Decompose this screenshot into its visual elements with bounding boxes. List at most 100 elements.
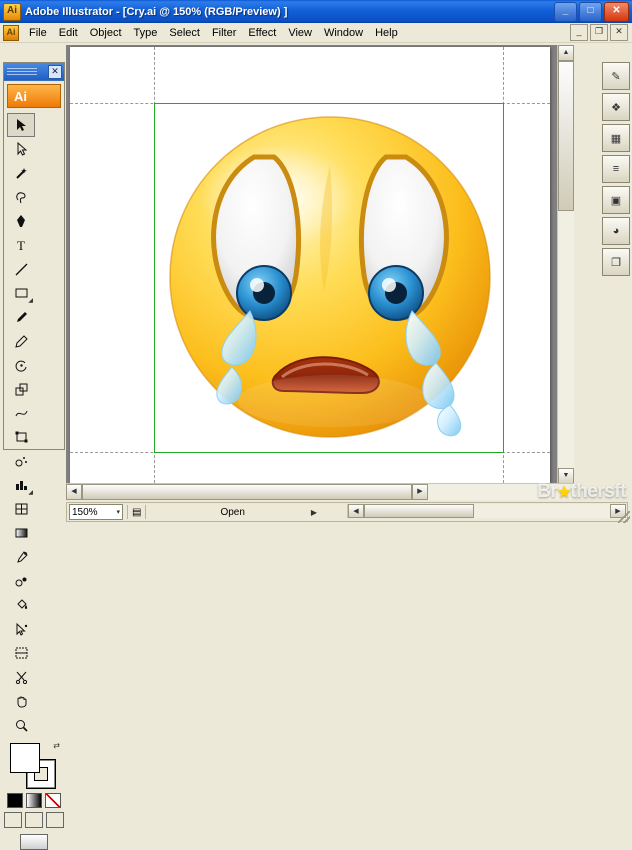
mesh-tool[interactable]: [7, 497, 35, 521]
document-canvas[interactable]: ▲ ▼ ◀ ▶: [66, 45, 574, 500]
status-text: Open: [220, 506, 245, 518]
chevron-down-icon[interactable]: ▾: [116, 508, 120, 516]
toolbox-close-icon[interactable]: ✕: [48, 65, 62, 79]
panel-dock: ✎ ❖ ▦ ≡ ▣ ◕ ❐: [602, 62, 630, 276]
status-scroll-left-button[interactable]: ◀: [348, 504, 364, 518]
swap-fill-stroke-icon[interactable]: ⇄: [53, 741, 60, 750]
minimize-button[interactable]: _: [554, 2, 577, 22]
menu-edit[interactable]: Edit: [53, 25, 84, 41]
paint-mode-row: [4, 793, 64, 808]
transparency-panel-button[interactable]: ▣: [602, 186, 630, 214]
symbol-sprayer-tool[interactable]: [7, 449, 35, 473]
scroll-down-button[interactable]: ▼: [558, 468, 574, 484]
live-paint-selection-tool[interactable]: [7, 617, 35, 641]
menu-filter[interactable]: Filter: [206, 25, 242, 41]
svg-text:T: T: [17, 238, 25, 252]
brushes-panel-button[interactable]: ✎: [602, 62, 630, 90]
align-panel-button[interactable]: ≡: [602, 155, 630, 183]
toolbox-logo: Ai: [7, 84, 61, 108]
column-graph-tool[interactable]: ◢: [7, 473, 35, 497]
status-scrollbar[interactable]: ◀ ▶: [347, 504, 626, 518]
paintbrush-tool[interactable]: [7, 305, 35, 329]
status-separator: [127, 505, 128, 519]
selection-tool[interactable]: [7, 113, 35, 137]
crying-face-artwork[interactable]: [158, 105, 502, 449]
swatches-panel-button[interactable]: ▦: [602, 124, 630, 152]
full-screen-menubar-button[interactable]: [25, 812, 43, 828]
menu-window[interactable]: Window: [318, 25, 369, 41]
zoom-tool[interactable]: [7, 713, 35, 737]
free-transform-tool[interactable]: [7, 425, 35, 449]
document-icon[interactable]: Ai: [3, 24, 19, 41]
illustrator-icon: Ai: [3, 2, 21, 21]
doc-restore-button[interactable]: ❐: [590, 24, 608, 41]
appearance-panel-button[interactable]: ◕: [602, 217, 630, 245]
menu-file[interactable]: File: [23, 25, 53, 41]
slice-tool[interactable]: [7, 641, 35, 665]
type-tool[interactable]: T: [7, 233, 35, 257]
maximize-button[interactable]: □: [579, 2, 602, 22]
resize-grip[interactable]: [618, 511, 630, 523]
scroll-left-button[interactable]: ◀: [66, 484, 82, 500]
blend-tool[interactable]: [7, 569, 35, 593]
menu-help[interactable]: Help: [369, 25, 404, 41]
zoom-level-value: 150%: [72, 506, 98, 518]
menu-type[interactable]: Type: [128, 25, 164, 41]
magic-wand-tool[interactable]: [7, 161, 35, 185]
scale-tool[interactable]: [7, 377, 35, 401]
status-expand-icon[interactable]: ▶: [311, 508, 317, 517]
gradient-fill-button[interactable]: [26, 793, 42, 808]
color-fill-button[interactable]: [7, 793, 23, 808]
live-paint-bucket-tool[interactable]: [7, 593, 35, 617]
scroll-up-button[interactable]: ▲: [558, 45, 574, 61]
menu-effect[interactable]: Effect: [242, 25, 282, 41]
menu-object[interactable]: Object: [84, 25, 128, 41]
pencil-tool[interactable]: [7, 329, 35, 353]
status-scroll-thumb[interactable]: [364, 504, 474, 518]
lasso-tool[interactable]: [7, 185, 35, 209]
artboard-page: [70, 47, 550, 483]
screen-mode-row: [4, 812, 64, 828]
scroll-right-button[interactable]: ▶: [412, 484, 428, 500]
symbols-panel-button[interactable]: ❖: [602, 93, 630, 121]
toolbox-title-bar[interactable]: ✕: [4, 63, 64, 81]
illustrator-window: Ai Adobe Illustrator - [Cry.ai @ 150% (R…: [0, 0, 632, 850]
fill-swatch[interactable]: [10, 743, 40, 773]
eyedropper-tool[interactable]: [7, 545, 35, 569]
warp-tool[interactable]: [7, 401, 35, 425]
color-swatches: ⇄: [4, 741, 64, 791]
close-button[interactable]: ✕: [604, 2, 629, 22]
title-bar: Ai Adobe Illustrator - [Cry.ai @ 150% (R…: [0, 0, 632, 24]
rotate-tool[interactable]: [7, 353, 35, 377]
none-fill-button[interactable]: [45, 793, 61, 808]
window-title: Adobe Illustrator - [Cry.ai @ 150% (RGB/…: [25, 5, 288, 18]
pen-tool[interactable]: [7, 209, 35, 233]
standard-screen-mode-button[interactable]: [4, 812, 22, 828]
rectangle-tool[interactable]: ◢: [7, 281, 35, 305]
tool-corner-marker: ◢: [28, 490, 33, 496]
full-screen-button[interactable]: [46, 812, 64, 828]
toolbox-panel: ✕ Ai T ◢ ◢ ⇄: [3, 62, 65, 850]
canvas-vertical-scrollbar[interactable]: ▲ ▼: [557, 45, 574, 484]
doc-close-button[interactable]: ✕: [610, 24, 628, 41]
line-segment-tool[interactable]: [7, 257, 35, 281]
direct-selection-tool[interactable]: [7, 137, 35, 161]
zoom-level-combobox[interactable]: 150% ▾: [69, 504, 123, 520]
scissors-tool[interactable]: [7, 665, 35, 689]
hand-tool[interactable]: [7, 689, 35, 713]
horizontal-scroll-thumb[interactable]: [82, 484, 412, 500]
menu-view[interactable]: View: [282, 25, 318, 41]
page-icon: ▤: [132, 506, 142, 518]
layers-panel-button[interactable]: ❐: [602, 248, 630, 276]
watermark-text-2: thers: [570, 481, 615, 502]
menu-select[interactable]: Select: [163, 25, 206, 41]
vertical-scroll-thumb[interactable]: [558, 61, 574, 211]
toolbox-footer-button[interactable]: [20, 834, 48, 850]
canvas-horizontal-scrollbar[interactable]: ◀ ▶: [66, 483, 574, 500]
menu-bar: Ai File Edit Object Type Select Filter E…: [0, 23, 632, 43]
status-separator-2: [145, 505, 147, 519]
watermark-text-3: ft: [614, 481, 626, 502]
toolbox-grip[interactable]: [7, 68, 37, 75]
doc-minimize-button[interactable]: _: [570, 24, 588, 41]
status-bar: 150% ▾ ▤ Open ▶ ◀ ▶: [66, 502, 628, 522]
